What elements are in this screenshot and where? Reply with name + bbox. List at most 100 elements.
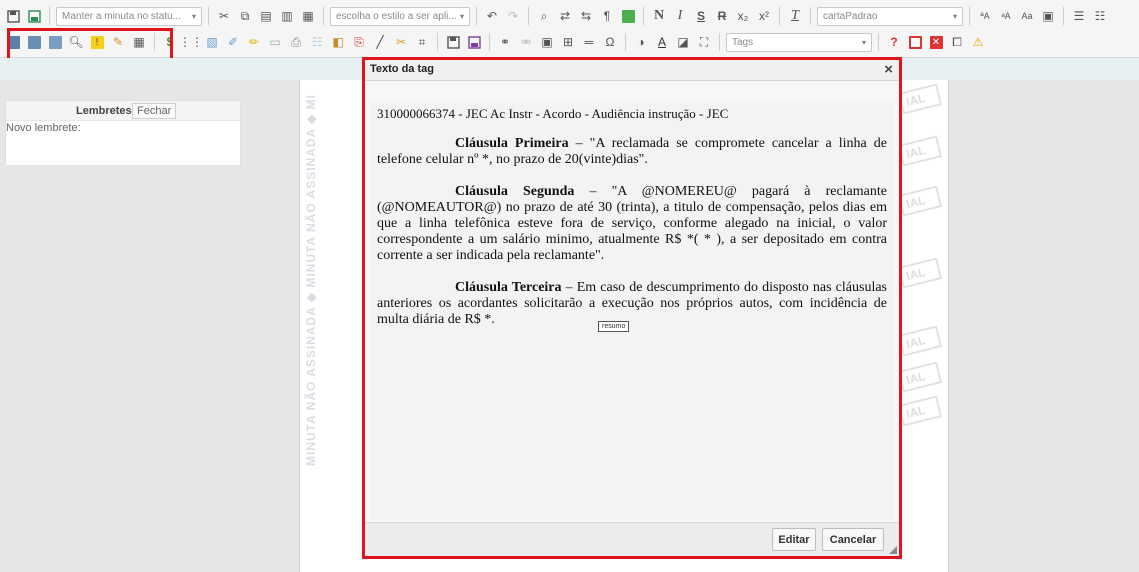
status-select-value: Manter a minuta no statu... [62,10,181,22]
bag-icon[interactable]: ◧ [329,33,347,51]
template-select-value: cartaPadrao [823,10,878,22]
unlink-icon[interactable]: ⚮ [517,33,535,51]
paste-text-icon[interactable]: ▥ [278,7,296,25]
find-icon[interactable]: ⌕ [535,7,553,25]
paste-special-icon[interactable]: ▣ [1039,7,1057,25]
note-icon[interactable]: ✐ [224,33,242,51]
copy-icon[interactable]: ⧉ [236,7,254,25]
font-size-up-icon[interactable]: ªA [976,7,994,25]
superscript-button[interactable]: x² [755,7,773,25]
table-icon[interactable]: ▭ [266,33,284,51]
separator [625,33,626,51]
resize-handle[interactable] [889,546,897,554]
code-icon[interactable]: ⌗ [413,33,431,51]
template-select[interactable]: cartaPadrao ▾ [817,6,963,26]
special-char-button[interactable]: Ω [601,33,619,51]
grid-icon[interactable]: ☷ [308,33,326,51]
dialog-header: Texto da tag × [365,60,899,81]
save-as-icon[interactable] [25,7,43,25]
separator [437,33,438,51]
separator [323,7,324,25]
reference-line: 310000066374 - JEC Ac Instr - Acordo - A… [377,106,729,121]
separator [528,7,529,25]
subscript-button[interactable]: x₂ [734,7,752,25]
scissors-icon[interactable]: ✂ [392,33,410,51]
pdf-icon[interactable]: ⎘ [350,33,368,51]
chevron-down-icon: ▾ [191,11,196,21]
chevron-down-icon: ▾ [952,11,957,21]
italic-button[interactable]: I [671,7,689,25]
paste-icon[interactable]: ▤ [257,7,275,25]
close-icon[interactable]: × [884,61,893,78]
bg-color-icon[interactable]: ◪ [674,33,692,51]
separator [643,7,644,25]
save-as-icon[interactable] [465,33,483,51]
clause-second: Cláusula Segunda – "A @NOMEREU@ pagará à… [377,184,887,264]
cut-icon[interactable]: ✂ [215,7,233,25]
text-color-icon[interactable]: A [653,33,671,51]
reminders-close-button[interactable]: Fechar [132,103,177,119]
help-button[interactable]: ? [885,33,903,51]
line-icon[interactable]: ═ [580,33,598,51]
separator [878,33,879,51]
redo-icon[interactable]: ↷ [504,7,522,25]
draw-icon[interactable]: ╱ [371,33,389,51]
save-icon[interactable] [4,7,22,25]
separator [719,33,720,51]
style-select-value: escolha o estilo a ser apli... [336,10,457,22]
replace-icon[interactable]: ⇄ [556,7,574,25]
image-icon[interactable]: ▣ [538,33,556,51]
clause-first: Cláusula Primeira – "A reclamada se comp… [377,136,887,168]
strike-button[interactable]: R [713,7,731,25]
clause-text: – "A reclamada se compromete cancelar a … [377,136,888,167]
edit-doc-icon[interactable]: ▧ [203,33,221,51]
cancel-button[interactable]: Cancelar [822,528,884,551]
toolbar-row-1: Manter a minuta no statu... ▾ ✂ ⧉ ▤ ▥ ▦ e… [4,3,1109,29]
window-icon[interactable] [906,33,924,51]
chevron-down-icon: ▾ [861,37,866,47]
reminders-title: Lembretes [76,105,132,117]
separator [969,7,970,25]
clause-heading: Cláusula Primeira [455,136,569,151]
pen-icon[interactable]: ✏ [245,33,263,51]
separator [810,7,811,25]
underline-button[interactable]: S [692,7,710,25]
table-insert-icon[interactable]: ⊞ [559,33,577,51]
preview-icon[interactable]: ⧠ [948,33,966,51]
contrast-icon[interactable]: ◑ [632,33,650,51]
reminders-panel: Lembretes Fechar Novo lembrete: [5,100,241,166]
clear-format-icon[interactable]: T [786,7,804,25]
edit-button[interactable]: Editar [772,528,816,551]
status-select[interactable]: Manter a minuta no statu... ▾ [56,6,202,26]
spellcheck-toggle-icon[interactable] [619,7,637,25]
chevron-down-icon: ▾ [459,11,464,21]
tag-text-dialog: Texto da tag × 310000066374 - JEC Ac Ins… [362,57,902,559]
undo-icon[interactable]: ↶ [483,7,501,25]
save-icon[interactable] [444,33,462,51]
maximize-icon[interactable]: ⛶ [695,33,713,51]
select-all-icon[interactable]: ⇆ [577,7,595,25]
dialog-title: Texto da tag [370,63,434,75]
case-icon[interactable]: Aa [1018,7,1036,25]
numbered-list-icon[interactable]: ☰ [1070,7,1088,25]
separator [1063,7,1064,25]
paste-word-icon[interactable]: ▦ [299,7,317,25]
print-icon[interactable]: ⎙ [287,33,305,51]
style-select[interactable]: escolha o estilo a ser apli... ▾ [330,6,470,26]
tooltip: resumo [598,321,630,332]
bullet-list-icon[interactable]: ☷ [1091,7,1109,25]
clause-text: – Em caso de descumprimento do disposto … [377,280,887,327]
separator [779,7,780,25]
spellcheck-icon[interactable]: ¶ [598,7,616,25]
font-size-down-icon[interactable]: ᵃA [997,7,1015,25]
tags-select[interactable]: Tags ▾ [726,32,872,52]
link-icon[interactable]: ⚭ [496,33,514,51]
warning-icon[interactable]: ⚠ [969,33,987,51]
layout-icon[interactable]: ⋮⋮ [179,33,203,51]
dialog-footer: Editar Cancelar [365,522,899,556]
watermark: MINUTA NÃO ASSINADA ◆ MINUTA NÃO ASSINAD… [304,94,318,466]
separator [49,7,50,25]
bold-button[interactable]: N [650,7,668,25]
new-reminder-input[interactable]: Novo lembrete: [6,122,240,166]
close-icon[interactable]: ✕ [927,33,945,51]
